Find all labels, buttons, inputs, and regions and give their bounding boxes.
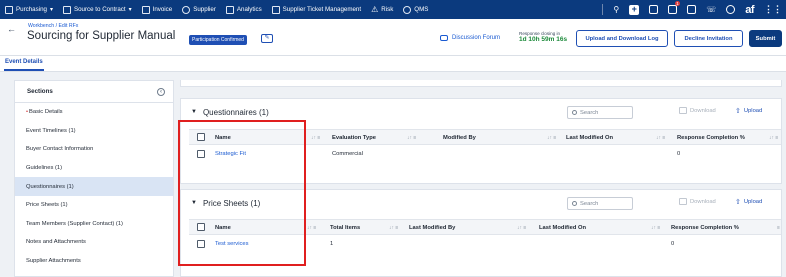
bell-icon [668, 5, 678, 14]
previous-section-bottom [180, 80, 782, 87]
sidebar-header: Sections ‹ [15, 81, 173, 103]
search-icon [572, 201, 577, 206]
sidebar-item-notes-attachments[interactable]: Notes and Attachments [15, 233, 173, 252]
sort-icon[interactable]: ↓↑ ≡ [547, 135, 556, 141]
status-badge: Participation Confirmed [189, 35, 247, 45]
warning-icon: ⚠ [371, 5, 379, 14]
sort-icon[interactable]: ↓↑ ≡ [389, 225, 398, 231]
notification-icon[interactable]: 1 [668, 1, 681, 14]
sidebar-item-price-sheets[interactable]: Price Sheets (1) [15, 196, 173, 215]
page-title: Sourcing for Supplier Manual [27, 30, 176, 42]
column-response-completion[interactable]: Response Completion % [671, 225, 739, 231]
sidebar-title: Sections [27, 88, 53, 95]
search-icon [572, 110, 577, 115]
notification-badge: 1 [674, 1, 681, 6]
invoice-icon [141, 5, 150, 14]
questionnaires-upload-button[interactable]: ⇧ Upload [735, 107, 762, 115]
nav-qms[interactable]: QMS [398, 0, 433, 19]
add-icon[interactable]: + [629, 4, 640, 15]
supplier-icon [182, 5, 191, 14]
response-closing-timer: Response closing in 1d 10h 59m 16s [519, 31, 568, 43]
page-header: ← Workbench / Edit RFx Sourcing for Supp… [0, 19, 786, 56]
chevron-down-icon: ▼ [191, 109, 197, 115]
chat-icon[interactable]: ☏ [706, 5, 716, 14]
document-icon [5, 5, 13, 14]
sections-sidebar: Sections ‹ Basic Details Event Timelines… [14, 80, 174, 277]
back-arrow-icon[interactable]: ← [7, 24, 16, 34]
column-response-completion[interactable]: Response Completion % [677, 135, 745, 141]
decline-invitation-button[interactable]: Decline Invitation [674, 30, 743, 47]
price-sheets-upload-button[interactable]: ⇧ Upload [735, 198, 762, 206]
sidebar-item-team-members[interactable]: Team Members (Supplier Contact) (1) [15, 215, 173, 234]
collapse-icon[interactable]: ‹ [157, 87, 165, 96]
column-last-modified-on[interactable]: Last Modified On [566, 135, 613, 141]
sidebar-item-basic-details[interactable]: Basic Details [15, 103, 173, 122]
highlight-annotation-box [178, 120, 306, 266]
column-last-modified-on[interactable]: Last Modified On [539, 225, 586, 231]
download-icon [679, 107, 687, 114]
completion-value: 0 [677, 151, 681, 157]
upload-icon: ⇧ [735, 108, 741, 115]
search-icon[interactable]: ⚲ [613, 5, 619, 14]
sidebar-item-questionnaires[interactable]: Questionnaires (1) [15, 177, 173, 196]
price-sheets-search-input[interactable]: Search [567, 197, 633, 210]
sidebar-item-buyer-contact[interactable]: Buyer Contact Information [15, 140, 173, 159]
sidebar-item-supplier-attachments[interactable]: Supplier Attachments [15, 252, 173, 271]
square-icon [62, 5, 71, 14]
sort-icon[interactable]: ↓↑ ≡ [769, 135, 778, 141]
completion-value: 0 [671, 241, 675, 247]
nav-invoice[interactable]: Invoice [137, 0, 178, 19]
sort-icon[interactable]: ↓↑ ≡ [656, 135, 665, 141]
app-grid-icon[interactable]: ⋮⋮ [764, 4, 782, 15]
price-sheets-download-button[interactable]: Download [679, 198, 716, 205]
user-logo[interactable]: af [745, 4, 754, 16]
nav-supplier-ticket-management[interactable]: Supplier Ticket Management [267, 0, 366, 19]
download-icon [679, 198, 687, 205]
discussion-forum-link[interactable]: Discussion Forum [440, 35, 500, 41]
chevron-down-icon: ▾ [128, 7, 132, 13]
help-icon[interactable] [726, 5, 736, 14]
top-navigation-bar: Purchasing ▾ Source to Contract ▾ Invoice … [0, 0, 786, 19]
breadcrumb[interactable]: Workbench / Edit RFx [28, 23, 78, 29]
tab-bar: Event Details [0, 56, 786, 72]
nav-analytics[interactable]: Analytics [221, 0, 267, 19]
sort-icon[interactable]: ≡ [777, 225, 780, 231]
sidebar-item-guidelines[interactable]: Guidelines (1) [15, 159, 173, 178]
questionnaires-download-button[interactable]: Download [679, 107, 716, 114]
sidebar-item-event-timelines[interactable]: Event Timelines (1) [15, 122, 173, 141]
column-last-modified-by[interactable]: Last Modified By [409, 225, 455, 231]
chat-bubble-icon [440, 35, 448, 41]
nav-purchasing[interactable]: Purchasing ▾ [0, 0, 58, 19]
upload-icon: ⇧ [735, 199, 741, 206]
sort-icon[interactable]: ↓↑ ≡ [311, 135, 320, 141]
nav-source-to-contract[interactable]: Source to Contract ▾ [58, 0, 137, 19]
nav-supplier[interactable]: Supplier [177, 0, 221, 19]
column-evaluation-type[interactable]: Evaluation Type [332, 135, 376, 141]
edit-icon[interactable]: ✎ [261, 34, 273, 43]
total-items-value: 1 [330, 241, 334, 247]
divider [602, 4, 604, 15]
analytics-icon [225, 5, 234, 14]
sort-icon[interactable]: ↓↑ ≡ [407, 135, 416, 141]
qms-icon [403, 5, 412, 14]
nav-risk[interactable]: ⚠ Risk [366, 0, 398, 19]
upload-download-log-button[interactable]: Upload and Download Log [576, 30, 668, 47]
questionnaires-search-input[interactable]: Search [567, 106, 633, 119]
submit-button[interactable]: Submit [749, 30, 782, 47]
evaluation-type-value: Commercial [332, 151, 363, 157]
ticket-icon [271, 5, 280, 14]
column-total-items[interactable]: Total Items [330, 225, 360, 231]
closing-countdown: 1d 10h 59m 16s [519, 36, 568, 43]
tab-event-details[interactable]: Event Details [4, 59, 44, 71]
calendar-icon[interactable] [649, 5, 659, 14]
chevron-down-icon: ▾ [49, 7, 53, 13]
sort-icon[interactable]: ↓↑ ≡ [651, 225, 660, 231]
bookmark-icon[interactable] [687, 5, 697, 14]
column-modified-by[interactable]: Modified By [443, 135, 476, 141]
sort-icon[interactable]: ↓↑ ≡ [307, 225, 316, 231]
sort-icon[interactable]: ↓↑ ≡ [517, 225, 526, 231]
